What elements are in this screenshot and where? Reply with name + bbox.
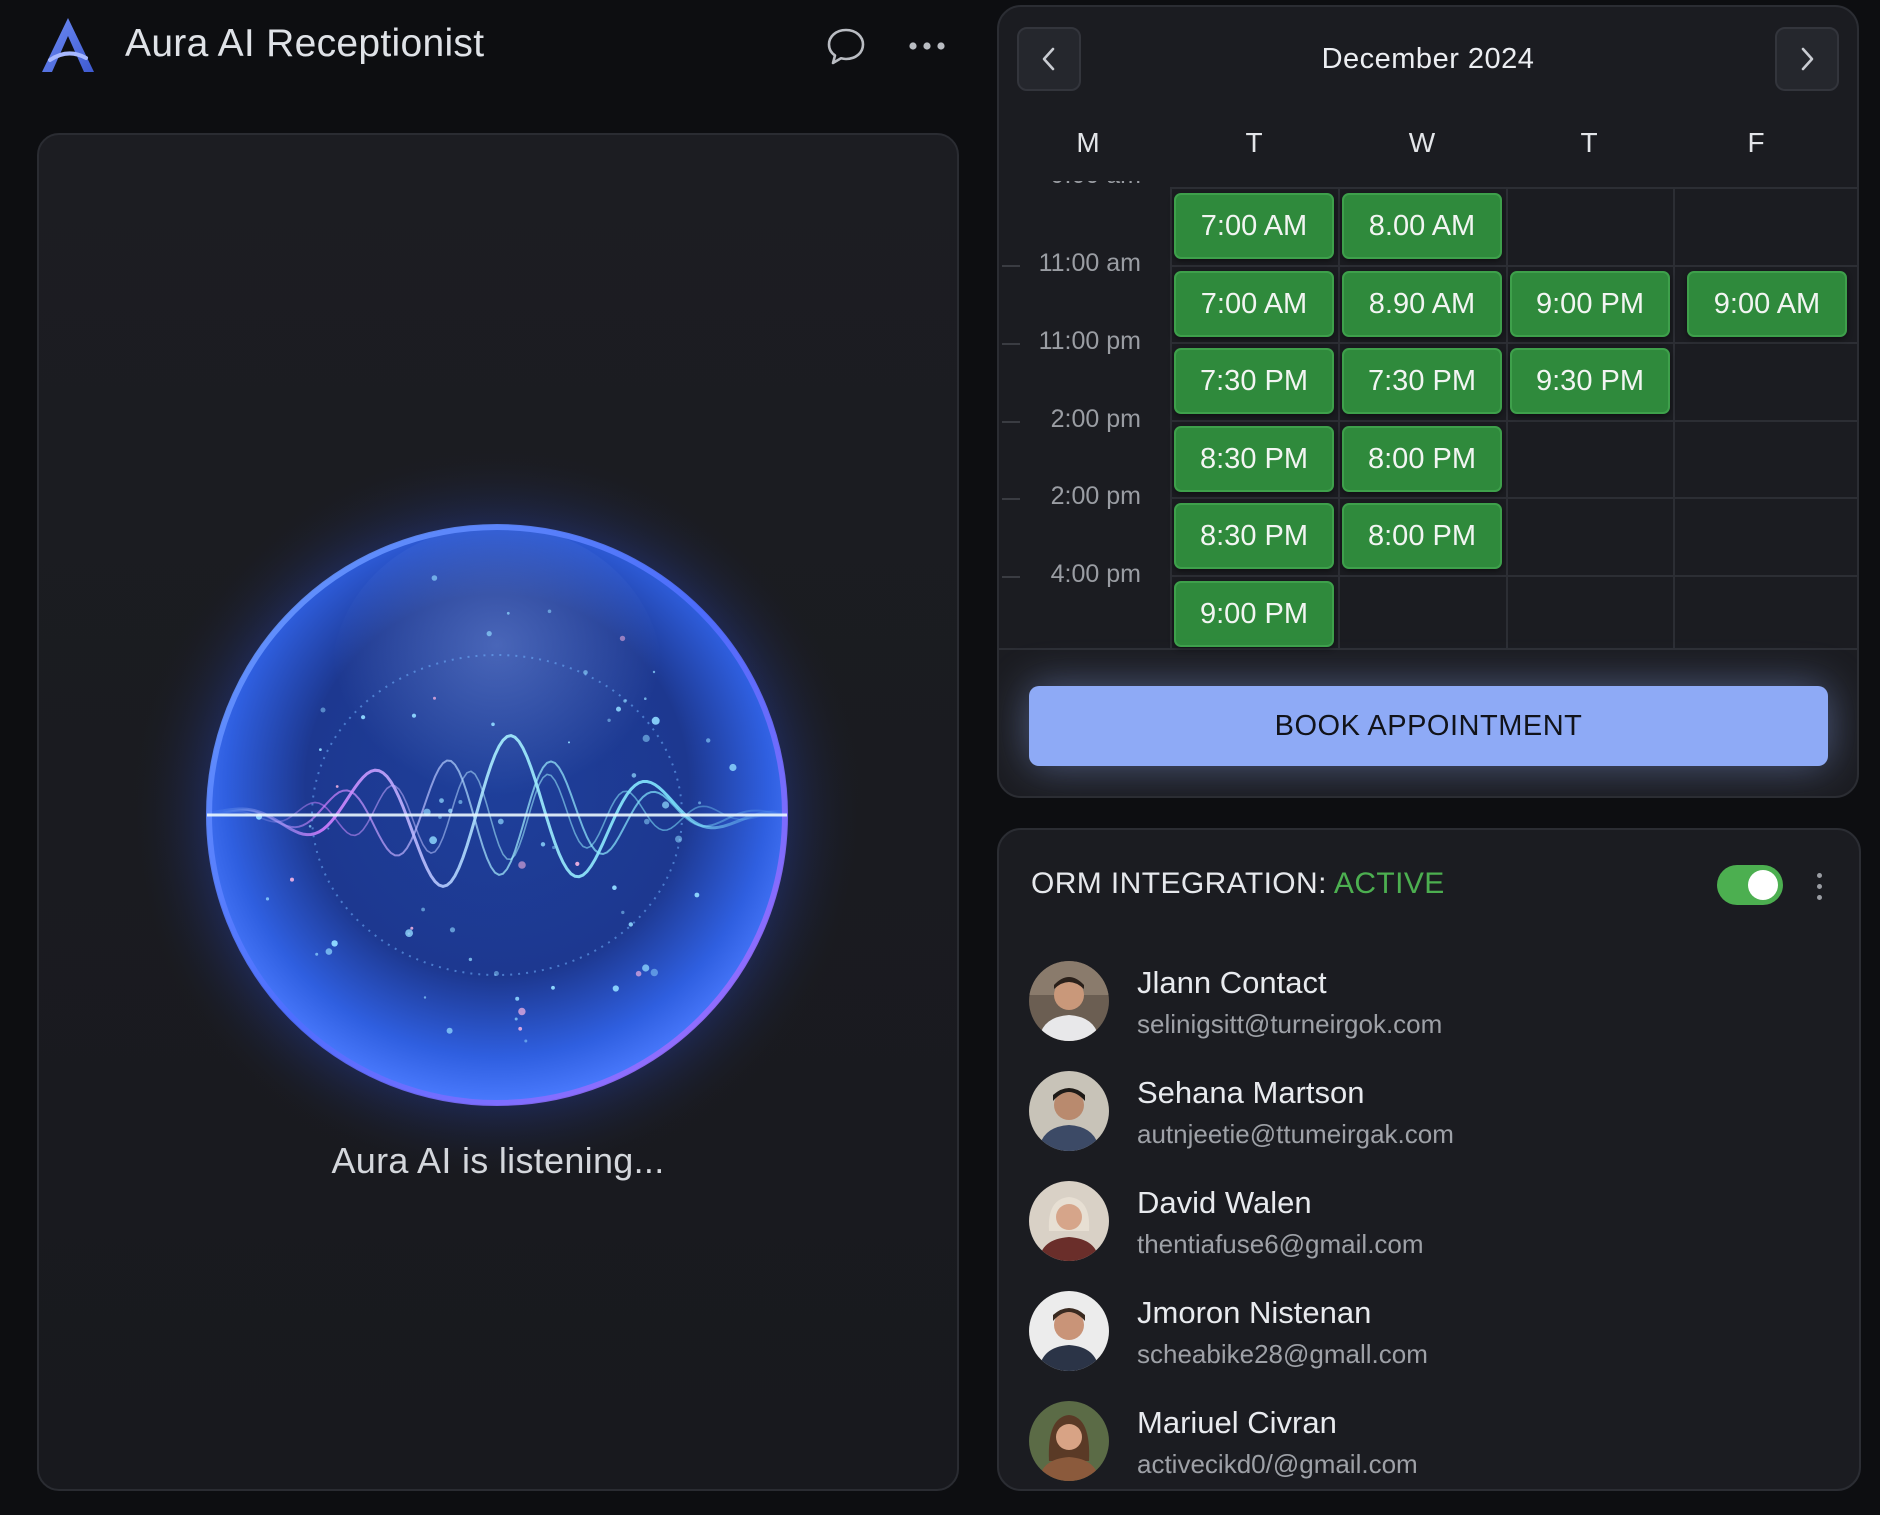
grid-line <box>1170 187 1857 189</box>
contact-name: David Walen <box>1137 1185 1312 1220</box>
time-slot-button[interactable]: 9:30 PM <box>1510 348 1670 414</box>
time-tick <box>1002 576 1020 578</box>
orm-title: ORM INTEGRATION: ACTIVE <box>1031 867 1445 901</box>
contact-name: Jmoron Nistenan <box>1137 1295 1372 1330</box>
toggle-knob <box>1748 870 1778 900</box>
contact-item[interactable]: Jlann Contact selinigsitt@turneirgok.com <box>1029 961 1829 1051</box>
voice-panel: Aura AI is listening... <box>37 133 959 1491</box>
next-month-button[interactable] <box>1775 27 1839 91</box>
day-header-mon: M <box>1076 127 1100 158</box>
time-slot-button[interactable]: 9:00 PM <box>1174 581 1334 647</box>
day-header-wed: W <box>1408 127 1436 158</box>
contact-email: thentiafuse6@gmail.com <box>1137 1229 1424 1259</box>
time-slot-button[interactable]: 8:30 PM <box>1174 426 1334 492</box>
avatar <box>1029 1401 1109 1481</box>
listening-status: Aura AI is listening... <box>331 1140 665 1181</box>
time-slot-button[interactable]: 8.00 AM <box>1342 193 1502 259</box>
day-header-fri: F <box>1747 127 1765 158</box>
month-label: December 2024 <box>1321 43 1535 75</box>
grid-line <box>1673 187 1675 648</box>
time-slot-button[interactable]: 7:30 PM <box>1342 348 1502 414</box>
contact-name: Mariuel Civran <box>1137 1405 1337 1440</box>
grid-line <box>1170 575 1857 577</box>
time-label: 2:00 pm <box>1050 482 1141 510</box>
time-tick <box>1002 343 1020 345</box>
orm-toggle[interactable] <box>1717 865 1783 905</box>
grid-line <box>999 648 1857 650</box>
orm-status: ACTIVE <box>1333 867 1445 900</box>
grid-line <box>1506 187 1508 648</box>
avatar <box>1029 1181 1109 1261</box>
contact-name: Jlann Contact <box>1137 965 1327 1000</box>
grid-line <box>1170 187 1172 648</box>
time-slot-button[interactable]: 7:00 AM <box>1174 193 1334 259</box>
time-slot-button[interactable]: 8:30 PM <box>1174 503 1334 569</box>
time-tick <box>1002 498 1020 500</box>
contact-email: scheabike28@gmall.com <box>1137 1339 1428 1369</box>
time-slot-button[interactable]: 7:00 AM <box>1174 271 1334 337</box>
time-label: 4:00 pm <box>1050 560 1141 588</box>
contact-item[interactable]: David Walen thentiafuse6@gmail.com <box>1029 1181 1829 1271</box>
time-slot-button[interactable]: 9:00 AM <box>1687 271 1847 337</box>
time-label: 9:00 am <box>1050 161 1141 189</box>
time-slot-button[interactable]: 8:00 PM <box>1342 503 1502 569</box>
avatar <box>1029 1291 1109 1371</box>
grid-line <box>1170 420 1857 422</box>
orm-title-prefix: ORM INTEGRATION: <box>1031 867 1334 900</box>
day-header-thu: T <box>1580 127 1598 158</box>
contact-email: autnjeetie@ttumeirgak.com <box>1137 1119 1454 1149</box>
time-slot-button[interactable]: 8:00 PM <box>1342 426 1502 492</box>
time-tick <box>1002 265 1020 267</box>
contact-item[interactable]: Jmoron Nistenan scheabike28@gmall.com <box>1029 1291 1829 1381</box>
time-tick <box>1002 421 1020 423</box>
time-slot-button[interactable]: 9:00 PM <box>1510 271 1670 337</box>
contact-item[interactable]: Mariuel Civran activecikd0/@gmail.com <box>1029 1401 1829 1489</box>
grid-line <box>1170 342 1857 344</box>
contact-item[interactable]: Sehana Martson autnjeetie@ttumeirgak.com <box>1029 1071 1829 1161</box>
app-title: Aura AI Receptionist <box>125 22 485 65</box>
grid-line <box>1170 265 1857 267</box>
orm-integration-card: ORM INTEGRATION: ACTIVE Jlann Contact se… <box>997 828 1861 1491</box>
contact-email: selinigsitt@turneirgok.com <box>1137 1009 1443 1039</box>
time-label: 2:00 pm <box>1050 405 1141 433</box>
avatar <box>1029 1071 1109 1151</box>
voice-orb <box>127 445 867 1185</box>
day-header-tue: T <box>1245 127 1263 158</box>
grid-line <box>1338 187 1340 648</box>
time-slot-button[interactable]: 8.90 AM <box>1342 271 1502 337</box>
contact-email: activecikd0/@gmail.com <box>1137 1449 1418 1479</box>
more-vertical-icon[interactable] <box>1807 866 1831 906</box>
contact-name: Sehana Martson <box>1137 1075 1365 1110</box>
time-slot-button[interactable]: 7:30 PM <box>1174 348 1334 414</box>
chevron-right-icon <box>1801 47 1814 71</box>
time-label: 11:00 pm <box>1038 327 1141 355</box>
time-label: 11:00 am <box>1038 249 1141 277</box>
grid-line <box>1170 497 1857 499</box>
book-appointment-button[interactable]: BOOK APPOINTMENT <box>1029 686 1828 766</box>
more-horizontal-icon[interactable] <box>903 22 951 70</box>
aura-logo <box>36 14 100 78</box>
chat-bubble-icon[interactable] <box>822 22 870 70</box>
avatar <box>1029 961 1109 1041</box>
calendar-card: December 2024 M T W T F 9:00 am 11:00 am 1… <box>997 5 1859 798</box>
